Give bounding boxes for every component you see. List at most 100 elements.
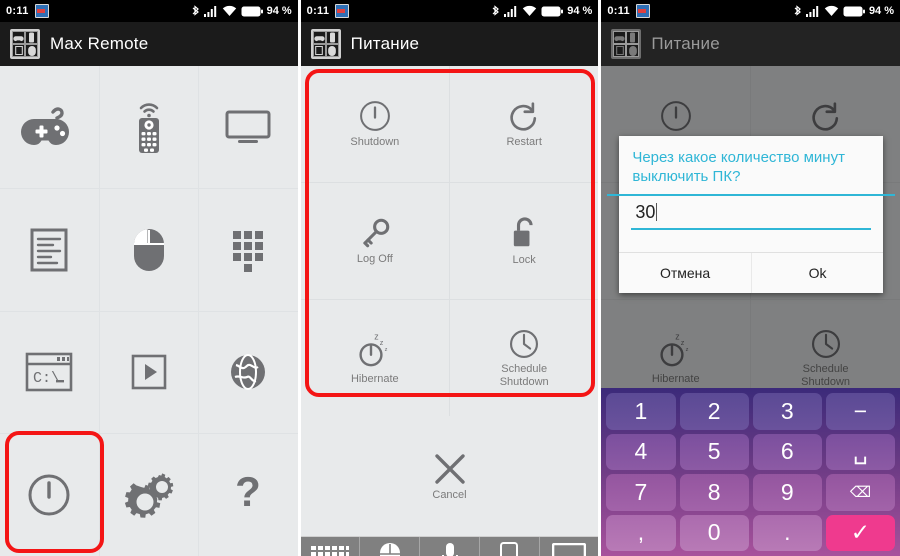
- key-1[interactable]: 1: [606, 393, 676, 430]
- key-9[interactable]: 9: [752, 474, 822, 511]
- gamepad-icon: [13, 35, 24, 41]
- app-logo-icon: [10, 29, 40, 59]
- lock-open-icon: [513, 217, 533, 247]
- phone-icon: [500, 542, 519, 556]
- toolbar-monitor[interactable]: [540, 537, 599, 556]
- svg-text:z: z: [384, 347, 387, 353]
- menu-item-settings[interactable]: [99, 434, 199, 556]
- key-2[interactable]: 2: [679, 393, 749, 430]
- cancel-label: Cancel: [432, 488, 467, 501]
- minutes-input[interactable]: 30: [631, 196, 872, 230]
- globe-icon: [231, 354, 266, 391]
- power-option-logoff[interactable]: Log Off: [300, 183, 449, 299]
- clock-icon: [510, 329, 539, 358]
- keyboard-icon: [311, 546, 350, 556]
- remote-control-icon: [138, 103, 159, 153]
- microphone-icon: [441, 543, 458, 556]
- battery-icon: [541, 6, 564, 16]
- mouse-icon: [628, 45, 637, 56]
- key-period[interactable]: .: [752, 514, 822, 551]
- power-option-schedule-shutdown[interactable]: Schedule Shutdown: [450, 300, 599, 416]
- status-icons: 94 %: [793, 4, 894, 18]
- bluetooth-icon: [492, 4, 500, 16]
- dialog-ok-button[interactable]: Ok: [752, 253, 884, 293]
- notification-app-icon: [34, 4, 49, 18]
- svg-text:z: z: [374, 332, 378, 342]
- status-bar: 0:11 94 %: [300, 0, 599, 22]
- wifi-icon: [824, 5, 839, 17]
- notification-app-icon: [335, 4, 350, 18]
- menu-item-media-player[interactable]: [99, 311, 199, 434]
- menu-item-power[interactable]: [0, 434, 99, 556]
- signal-icon: [805, 6, 819, 17]
- key-space[interactable]: ␣: [825, 433, 896, 470]
- menu-item-numpad[interactable]: [199, 188, 298, 311]
- mouse-icon: [328, 45, 337, 56]
- menu-item-gamepad[interactable]: [0, 66, 99, 188]
- cancel-button[interactable]: Cancel: [300, 416, 599, 536]
- toolbar-mouse[interactable]: [360, 537, 421, 556]
- numeric-keypad: 1 2 3 − 4 5 6 ␣ 7 8 9 ⌫ , 0 . ✓: [601, 388, 900, 556]
- document-icon: [30, 228, 68, 272]
- key-4[interactable]: 4: [606, 433, 676, 470]
- wifi-icon: [523, 5, 537, 17]
- mouse-icon: [379, 543, 400, 556]
- bluetooth-icon: [794, 4, 801, 16]
- keypad-icon: [233, 230, 264, 272]
- monitor-icon: [225, 110, 271, 143]
- key-5[interactable]: 5: [679, 433, 749, 470]
- question-icon: ?: [236, 473, 262, 515]
- page-title: Питание: [350, 34, 420, 53]
- menu-item-monitor[interactable]: [199, 66, 298, 188]
- menu-item-help[interactable]: ?: [199, 434, 298, 556]
- title-bar: Max Remote: [0, 22, 298, 66]
- power-option-label: Hibernate: [350, 373, 399, 385]
- menu-item-file-manager[interactable]: [0, 188, 99, 311]
- power-option-label: Restart: [506, 136, 542, 148]
- power-option-hibernate[interactable]: z z z Hibernate: [300, 300, 449, 416]
- key-6[interactable]: 6: [752, 433, 822, 470]
- key-0[interactable]: 0: [679, 514, 749, 551]
- battery-percent: 94 %: [567, 5, 593, 17]
- status-icons: 94 %: [191, 4, 292, 18]
- wifi-icon: [222, 5, 236, 17]
- power-option-lock[interactable]: Lock: [450, 183, 599, 299]
- battery-percent: 94 %: [266, 5, 292, 17]
- signal-icon: [203, 6, 216, 17]
- key-minus[interactable]: −: [825, 393, 896, 430]
- app-logo-icon: [611, 29, 642, 59]
- key-backspace[interactable]: ⌫: [825, 474, 896, 511]
- status-time: 0:11: [306, 5, 330, 17]
- panel-schedule-dialog: 0:11 94 % Питание z z z Hibernate Schedu…: [601, 0, 900, 556]
- power-option-shutdown[interactable]: Shutdown: [300, 66, 449, 182]
- gamepad-icon: [21, 107, 70, 145]
- key-8[interactable]: 8: [679, 474, 749, 511]
- battery-icon: [241, 6, 263, 16]
- power-option-restart[interactable]: Restart: [450, 66, 599, 182]
- power-icon: [28, 474, 70, 516]
- key-7[interactable]: 7: [606, 474, 676, 511]
- power-icon: [359, 101, 390, 131]
- key-enter[interactable]: ✓: [825, 514, 896, 551]
- key-3[interactable]: 3: [752, 393, 822, 430]
- title-bar: Питание: [300, 22, 599, 66]
- menu-item-command-prompt[interactable]: C:\: [0, 311, 99, 434]
- app-logo-icon: [310, 29, 341, 59]
- restart-icon: [510, 102, 537, 131]
- power-option-label: Shutdown: [350, 136, 400, 148]
- check-icon: ✓: [850, 519, 871, 546]
- toolbar-microphone[interactable]: [420, 537, 480, 556]
- mouse-icon: [133, 228, 164, 271]
- dialog-title: Через какое количество минут выключить П…: [632, 149, 845, 185]
- key-comma[interactable]: ,: [606, 514, 676, 551]
- toolbar-keyboard[interactable]: [301, 537, 361, 556]
- toolbar-phone[interactable]: [480, 537, 540, 556]
- dialog-buttons: Отмена Ok: [619, 252, 884, 293]
- menu-item-remote[interactable]: [99, 66, 199, 188]
- menu-item-browser[interactable]: [199, 311, 298, 434]
- dialog-cancel-button[interactable]: Отмена: [619, 253, 752, 293]
- remote-control-icon: [329, 32, 335, 43]
- panel-main-menu: 0:11 94 % Max Remote C:\ ?: [0, 0, 298, 556]
- status-bar: 0:11 94 %: [601, 0, 900, 22]
- menu-item-mouse[interactable]: [99, 188, 199, 311]
